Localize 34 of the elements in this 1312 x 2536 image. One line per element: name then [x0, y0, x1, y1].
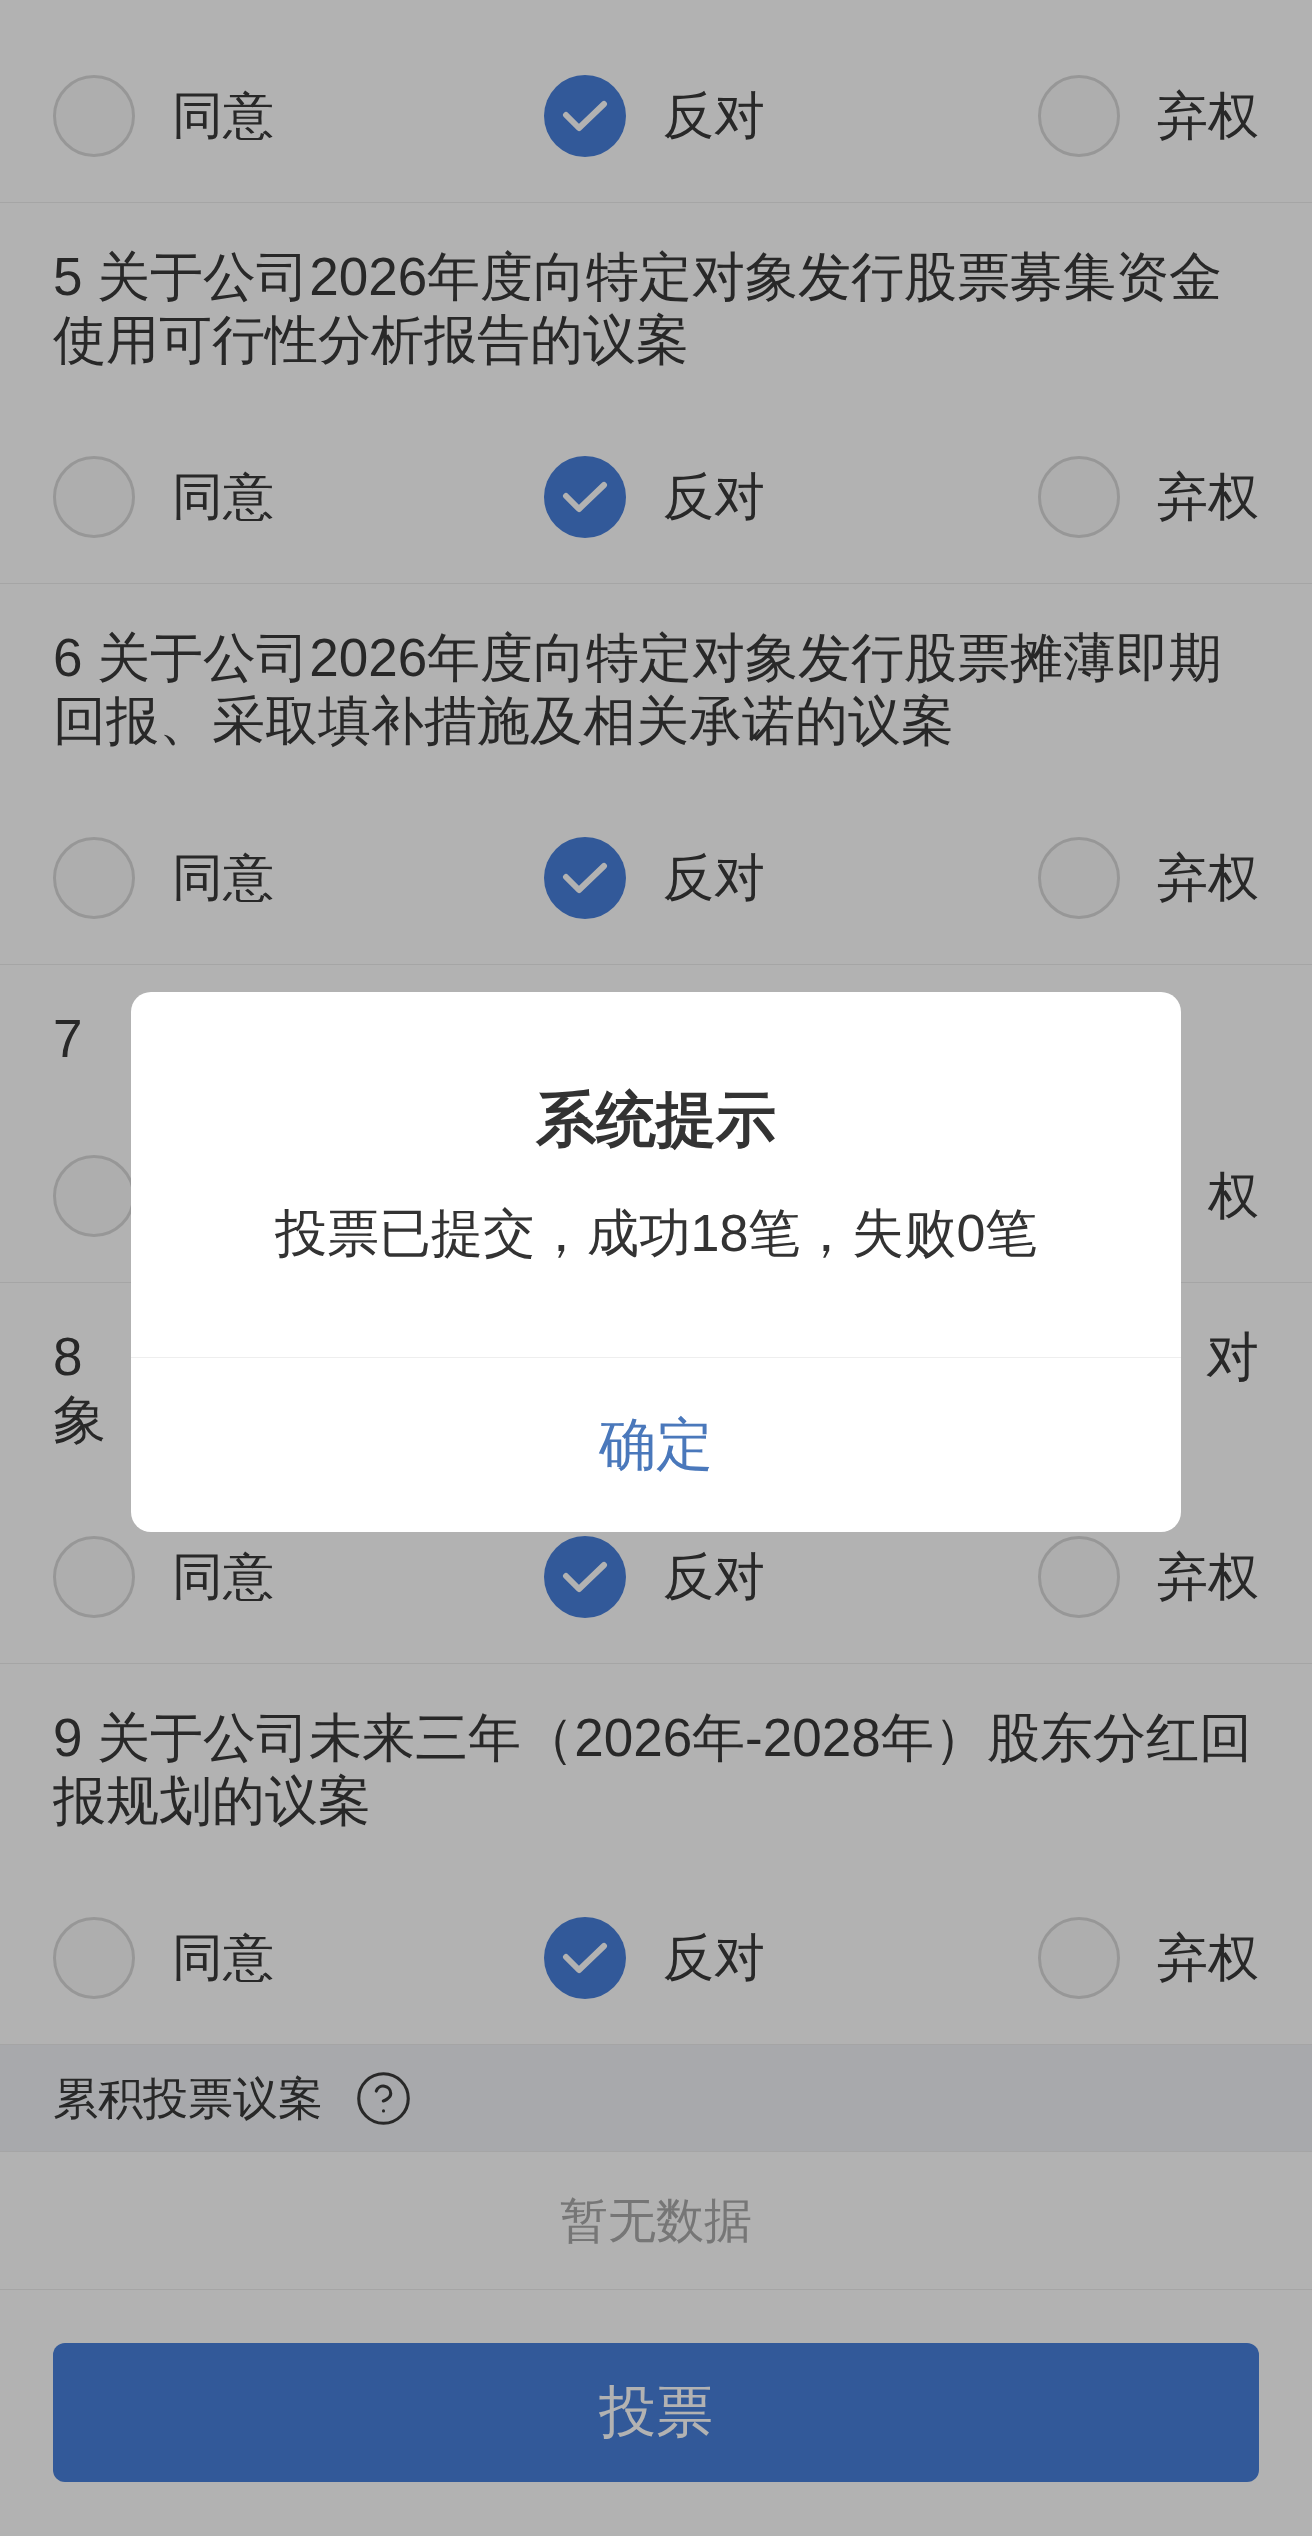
check-icon — [562, 1561, 608, 1593]
proposal-title: 象 — [53, 1389, 106, 1451]
option-label[interactable]: 弃权 — [1157, 86, 1259, 146]
proposal-title: 5 关于公司2026年度向特定对象发行股票募集资金使用可行性分析报告的议案 — [53, 246, 1224, 371]
check-icon — [562, 481, 608, 513]
dialog-message: 投票已提交，成功18笔，失败0笔 — [274, 1203, 1038, 1264]
proposal-title: 9 关于公司未来三年（2026年-2028年）股东分红回报规划的议案 — [53, 1707, 1253, 1832]
option-label[interactable]: 同意 — [172, 848, 274, 908]
option-label[interactable]: 反对 — [663, 1928, 765, 1988]
section-title: 累积投票议案 — [53, 2071, 323, 2126]
option-label[interactable]: 反对 — [663, 467, 765, 527]
option-label[interactable]: 同意 — [172, 1547, 274, 1607]
check-icon — [562, 1942, 608, 1974]
check-icon — [562, 100, 608, 132]
option-label[interactable]: 反对 — [663, 848, 765, 908]
confirm-button[interactable]: 确定 — [131, 1358, 1181, 1532]
help-icon[interactable] — [357, 2071, 410, 2125]
check-icon — [562, 862, 608, 894]
option-label[interactable]: 弃权 — [1157, 467, 1259, 527]
option-label[interactable]: 反对 — [663, 86, 765, 146]
option-label[interactable]: 弃权 — [1157, 1547, 1259, 1607]
option-label[interactable]: 同意 — [172, 1928, 274, 1988]
empty-state-text: 暂无数据 — [560, 2192, 752, 2249]
dialog-title: 系统提示 — [536, 1085, 776, 1155]
option-label[interactable]: 弃权 — [1157, 1928, 1259, 1988]
option-label[interactable]: 同意 — [172, 86, 274, 146]
option-label[interactable]: 反对 — [663, 1547, 765, 1607]
option-label[interactable]: 弃权 — [1157, 848, 1259, 908]
proposal-title: 对 — [1206, 1326, 1259, 1388]
proposal-title: 7 — [53, 1008, 83, 1070]
option-label[interactable]: 权 — [1208, 1166, 1259, 1226]
proposal-title: 8 — [53, 1326, 83, 1388]
proposal-title: 6 关于公司2026年度向特定对象发行股票摊薄即期回报、采取填补措施及相关承诺的议案 — [53, 627, 1224, 752]
option-label[interactable]: 同意 — [172, 467, 274, 527]
